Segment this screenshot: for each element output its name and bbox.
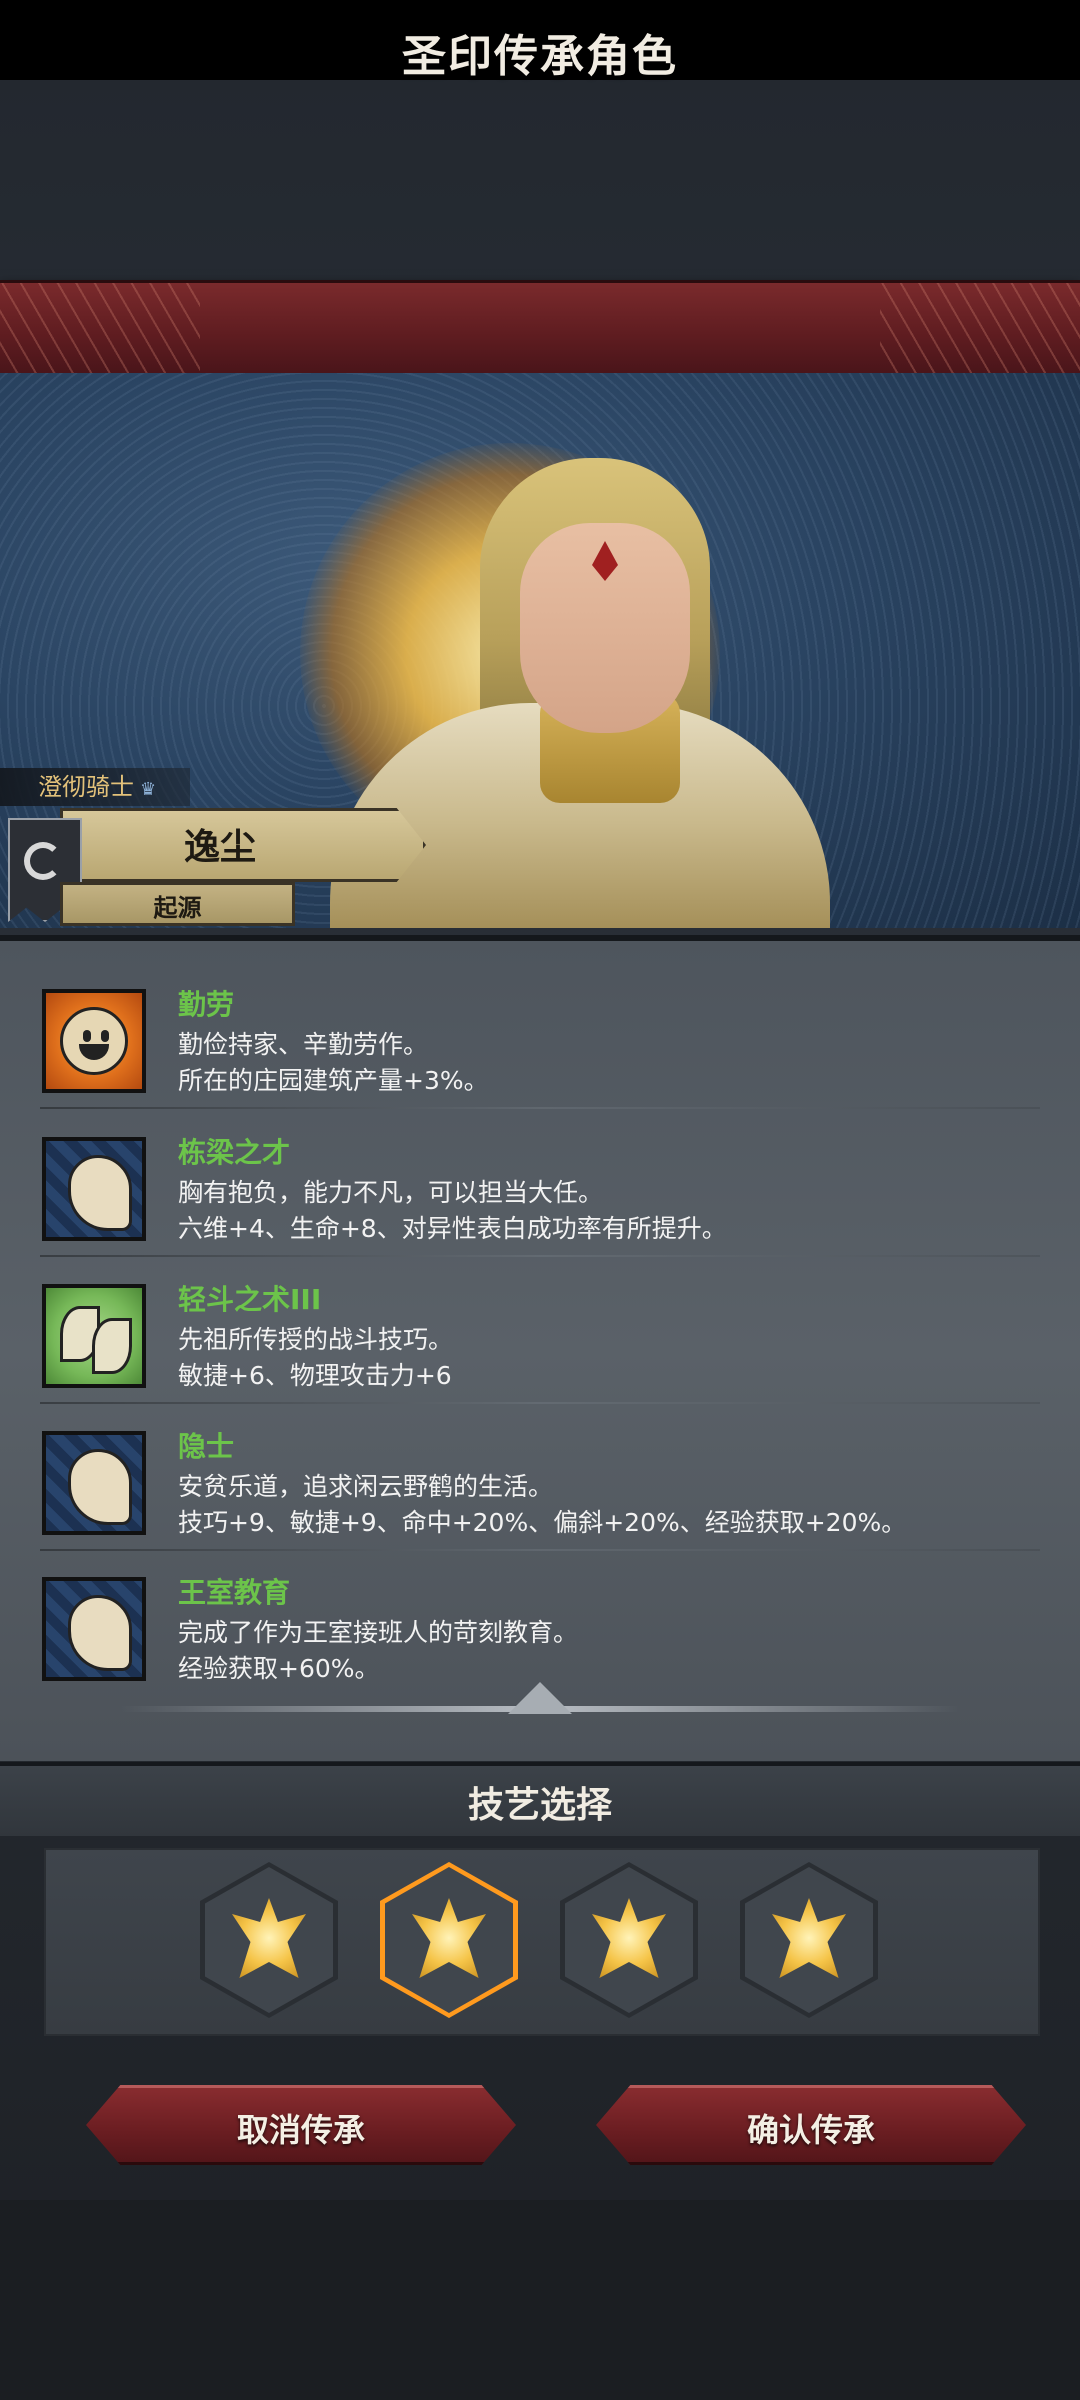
trait-name: 栋梁之才 — [178, 1136, 291, 1169]
flexed-arm-icon — [42, 1431, 146, 1535]
banner-ornament-left — [0, 283, 200, 373]
page-title: 圣印传承角色 — [402, 31, 678, 82]
confirm-button-label: 确认传承 — [746, 2111, 875, 2149]
smile-icon — [42, 989, 146, 1093]
trait-name: 王室教育 — [178, 1576, 291, 1609]
origin-label[interactable]: 起源 — [60, 888, 295, 923]
trait-name: 隐士 — [178, 1430, 235, 1463]
class-label-text: 澄彻骑士 — [38, 773, 134, 801]
trait-name: 勤劳 — [178, 988, 235, 1021]
inheritance-screen: 圣印传承角色 澄彻骑士 ♛ 逸尘 起源 勤劳 勤俭持家、辛勤劳作。 所在的庄园建筑… — [0, 0, 1080, 2400]
trait-description: 先祖所传授的战斗技巧。 — [178, 1325, 454, 1354]
crown-icon: ♛ — [140, 779, 157, 800]
leaf-branch-icon — [42, 1284, 146, 1388]
confirm-inheritance-button[interactable]: 确认传承 — [596, 2085, 1026, 2165]
trait-effect: 技巧+9、敏捷+9、命中+20%、偏斜+20%、经验获取+20%。 — [178, 1508, 907, 1537]
trait-list[interactable]: 勤劳 勤俭持家、辛勤劳作。 所在的庄园建筑产量+3%。 栋梁之才 胸有抱负，能力… — [0, 935, 1080, 1761]
trait-item[interactable]: 勤劳 勤俭持家、辛勤劳作。 所在的庄园建筑产量+3%。 — [40, 961, 1040, 1109]
flexed-arm-icon — [42, 1577, 146, 1681]
bottom-area — [0, 2200, 1080, 2400]
title-banner — [0, 280, 1080, 376]
banner-ornament-right — [880, 283, 1080, 373]
trait-description: 完成了作为王室接班人的苛刻教育。 — [178, 1618, 579, 1647]
trait-description: 胸有抱负，能力不凡，可以担当大任。 — [178, 1178, 604, 1207]
cancel-button-label: 取消传承 — [236, 2111, 365, 2149]
flexed-arm-icon — [42, 1137, 146, 1241]
trait-effect: 六维+4、生命+8、对异性表白成功率有所提升。 — [178, 1214, 727, 1243]
character-name: 逸尘 — [183, 827, 256, 868]
trait-effect: 敏捷+6、物理攻击力+6 — [178, 1361, 452, 1390]
trait-effect: 经验获取+60%。 — [178, 1654, 380, 1683]
trait-item[interactable]: 隐士 安贫乐道，追求闲云野鹤的生活。 技巧+9、敏捷+9、命中+20%、偏斜+2… — [40, 1403, 1040, 1551]
class-label: 澄彻骑士 ♛ — [0, 768, 190, 806]
trait-name: 轻斗之术III — [178, 1283, 322, 1316]
trait-description: 勤俭持家、辛勤劳作。 — [178, 1030, 429, 1059]
trait-item[interactable]: 轻斗之术III 先祖所传授的战斗技巧。 敏捷+6、物理攻击力+6 — [40, 1256, 1040, 1404]
skill-option-tray — [44, 1848, 1040, 2036]
trait-effect: 所在的庄园建筑产量+3%。 — [178, 1066, 489, 1095]
trait-item[interactable]: 王室教育 完成了作为王室接班人的苛刻教育。 经验获取+60%。 — [40, 1549, 1040, 1697]
trait-item[interactable]: 栋梁之才 胸有抱负，能力不凡，可以担当大任。 六维+4、生命+8、对异性表白成功… — [40, 1109, 1040, 1257]
trait-description: 安贫乐道，追求闲云野鹤的生活。 — [178, 1472, 554, 1501]
skill-selection-title: 技艺选择 — [467, 1785, 612, 1826]
cancel-inheritance-button[interactable]: 取消传承 — [86, 2085, 516, 2165]
